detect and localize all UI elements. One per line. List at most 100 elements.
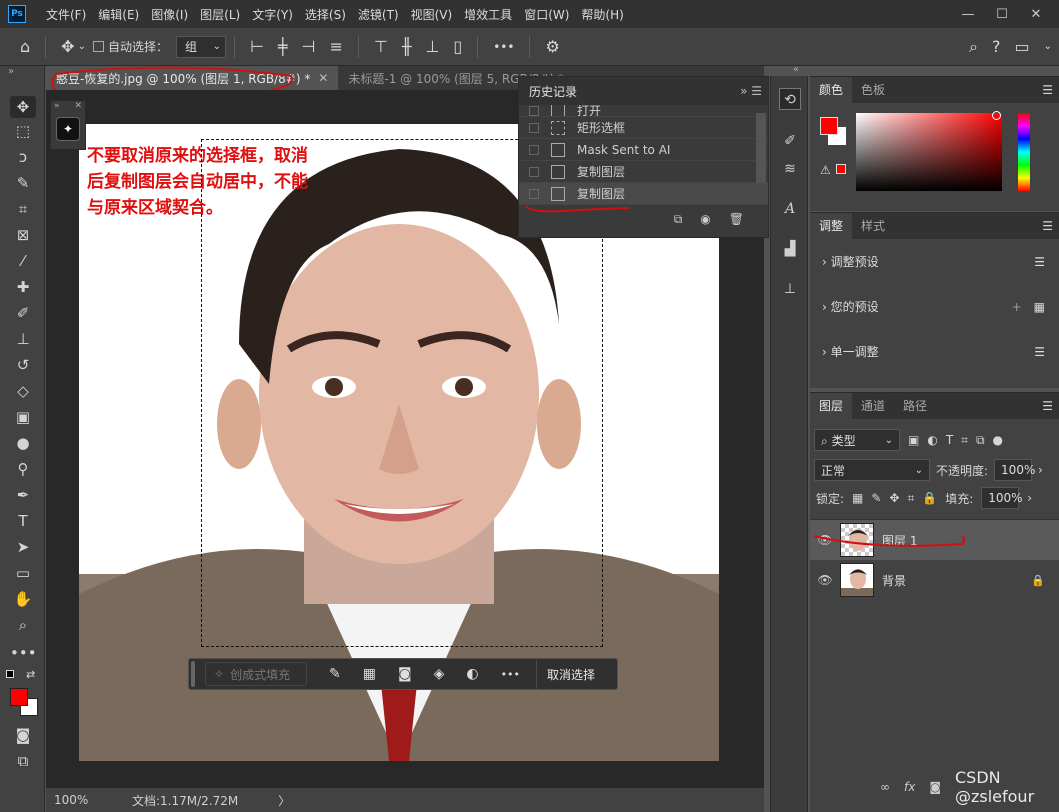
image-filter-icon[interactable]: ▣ (908, 433, 919, 447)
move-tool-icon[interactable]: ✥ (61, 37, 74, 56)
align-top-icon[interactable]: ⊤ (374, 37, 388, 56)
list-view-icon[interactable]: ☰ (1034, 345, 1045, 359)
hand-tool-icon[interactable]: ✋ (10, 588, 36, 610)
blend-mode-dropdown[interactable]: 正常 ⌄ (814, 459, 930, 481)
menu-filter[interactable]: 滤镜(T) (352, 6, 405, 23)
modify-selection-icon[interactable]: ✎ (329, 666, 341, 682)
workspace-icon[interactable]: ▭ (1014, 37, 1029, 56)
menu-edit[interactable]: 编辑(E) (92, 6, 145, 23)
filter-toggle-icon[interactable]: ● (993, 433, 1003, 447)
camera-icon[interactable]: ◉ (700, 212, 710, 226)
panel-menu-icon[interactable]: ☰ (1042, 83, 1053, 97)
auto-select-dropdown[interactable]: 组 ⌄ (175, 35, 226, 58)
menu-layer[interactable]: 图层(L) (194, 6, 246, 23)
menu-window[interactable]: 窗口(W) (518, 6, 575, 23)
tab-adjustments[interactable]: 调整 (810, 213, 853, 239)
lock-transparent-icon[interactable]: ▦ (852, 491, 863, 505)
lock-position-icon[interactable]: ✥ (889, 491, 899, 505)
move-tool-icon[interactable]: ✥ (10, 96, 36, 118)
help-icon[interactable]: ? (992, 37, 1001, 56)
auto-select-checkbox[interactable] (92, 41, 104, 52)
shape-filter-icon[interactable]: ⌗ (961, 433, 968, 448)
menu-select[interactable]: 选择(S) (299, 6, 352, 23)
adjustment-presets-row[interactable]: › 调整预设 ☰ (810, 239, 1059, 284)
lock-all-icon[interactable]: 🔒 (922, 491, 937, 505)
layer-row[interactable]: 👁 背景 🔒 (810, 560, 1059, 600)
scrollbar[interactable] (756, 113, 766, 183)
collapse-icon[interactable]: » (8, 66, 14, 77)
menu-help[interactable]: 帮助(H) (575, 6, 629, 23)
history-checkbox[interactable] (529, 122, 539, 133)
tab-paths[interactable]: 路径 (894, 393, 936, 419)
screen-mode-icon[interactable]: ⧉ (10, 750, 36, 772)
visibility-eye-icon[interactable]: 👁 (810, 573, 840, 587)
tab-layers[interactable]: 图层 (810, 393, 853, 419)
history-brush-tool-icon[interactable]: ↺ (10, 354, 36, 376)
color-field[interactable] (856, 113, 1002, 191)
history-row[interactable]: Mask Sent to AI (519, 139, 768, 161)
history-checkbox[interactable] (529, 144, 539, 155)
add-icon[interactable]: + (1012, 300, 1022, 314)
type-tool-icon[interactable]: T (10, 510, 36, 532)
align-middle-v-icon[interactable]: ╫ (402, 37, 412, 56)
type-filter-icon[interactable]: T (946, 433, 953, 447)
foreground-color-swatch[interactable] (820, 117, 838, 135)
brush-icon[interactable]: ✐ (779, 130, 801, 152)
fill-icon[interactable]: ◈ (434, 666, 445, 682)
eyedropper-tool-icon[interactable]: ⁄ (10, 250, 36, 272)
panel-menu-icon[interactable]: ☰ (1042, 219, 1053, 233)
deselect-button[interactable]: 取消选择 (536, 658, 605, 690)
layer-filter-dropdown[interactable]: ⌕ 类型 ⌄ (814, 429, 900, 451)
close-window-button[interactable]: ✕ (1019, 0, 1053, 28)
smart-object-filter-icon[interactable]: ⧉ (976, 433, 985, 448)
more-options-button[interactable]: ••• (501, 668, 520, 681)
web-color-swatch[interactable] (836, 164, 846, 174)
menu-file[interactable]: 文件(F) (40, 6, 92, 23)
align-right-icon[interactable]: ⊣ (302, 37, 316, 56)
close-icon[interactable]: ✕ (74, 101, 82, 111)
history-title[interactable]: 历史记录 (529, 83, 577, 100)
zoom-level[interactable]: 100% (54, 793, 124, 807)
lock-paint-icon[interactable]: ✎ (871, 491, 881, 505)
swap-colors-icon[interactable]: ⇄ (26, 668, 35, 681)
crop-tool-icon[interactable]: ⌗ (10, 198, 36, 220)
tab-color[interactable]: 颜色 (810, 77, 853, 103)
history-row[interactable]: 打开 (519, 105, 768, 117)
menu-view[interactable]: 视图(V) (405, 6, 459, 23)
eraser-tool-icon[interactable]: ◇ (10, 380, 36, 402)
collapse-icon[interactable]: « (793, 64, 799, 75)
rectangle-tool-icon[interactable]: ▭ (10, 562, 36, 584)
pen-tool-icon[interactable]: ✒ (10, 484, 36, 506)
list-view-icon[interactable]: ☰ (1034, 255, 1045, 269)
hue-slider[interactable] (1018, 113, 1030, 191)
more-options-button[interactable]: ••• (493, 40, 514, 54)
adjustment-filter-icon[interactable]: ◐ (927, 433, 937, 447)
lock-artboard-icon[interactable]: ⌗ (908, 491, 915, 506)
default-colors-icon[interactable] (6, 670, 14, 678)
expand-icon[interactable]: » (54, 101, 60, 111)
align-center-h-icon[interactable]: ╪ (278, 37, 288, 56)
distribute-icon[interactable]: ≡ (329, 37, 342, 56)
history-row[interactable]: 复制图层 (519, 161, 768, 183)
color-picker-marker[interactable] (992, 111, 1001, 120)
gradient-tool-icon[interactable]: ▣ (10, 406, 36, 428)
fx-button[interactable]: fx (904, 780, 915, 794)
your-presets-row[interactable]: › 您的预设 + ▦ (810, 284, 1059, 329)
history-row[interactable]: 矩形选框 (519, 117, 768, 139)
opacity-input[interactable]: 100% (994, 459, 1035, 481)
grid-view-icon[interactable]: ▦ (1034, 300, 1045, 314)
search-icon[interactable]: ⌕ (969, 37, 978, 57)
history-checkbox[interactable] (529, 105, 539, 116)
add-mask-icon[interactable]: ◙ (929, 780, 941, 794)
stamp-tool-icon[interactable]: ⊥ (10, 328, 36, 350)
panel-menu-icon[interactable]: ☰ (1042, 399, 1053, 413)
new-document-icon[interactable]: ⧉ (674, 212, 683, 227)
align-bottom-icon[interactable]: ⊥ (425, 37, 439, 56)
properties-icon[interactable]: ▟ (779, 238, 801, 260)
quick-select-tool-icon[interactable]: ✎ (10, 172, 36, 194)
adjustment-icon[interactable]: ◐ (466, 666, 478, 682)
marquee-tool-icon[interactable]: ⬚ (10, 120, 36, 142)
link-layers-icon[interactable]: ∞ (880, 780, 890, 794)
close-icon[interactable]: ✕ (318, 71, 328, 85)
drag-handle[interactable] (191, 661, 195, 687)
